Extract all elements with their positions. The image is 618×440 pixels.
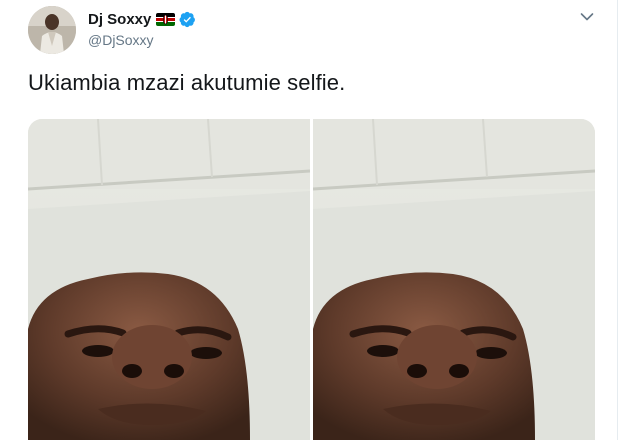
chevron-down-icon[interactable]: [578, 8, 596, 26]
photo-right[interactable]: [313, 119, 595, 440]
avatar-image: [28, 6, 76, 54]
tweet-card: Dj Soxxy @DjSoxxy Ukiambia mzazi akutumi…: [0, 0, 618, 440]
tweet-text: Ukiambia mzazi akutumie selfie.: [28, 70, 346, 95]
media-grid[interactable]: [28, 119, 595, 440]
display-name[interactable]: Dj Soxxy: [88, 11, 151, 28]
photo-left[interactable]: [28, 119, 310, 440]
selfie-photo-image: [313, 119, 595, 440]
kenya-flag-icon: [156, 12, 176, 26]
verified-badge-icon: [179, 11, 196, 28]
profile-avatar[interactable]: [28, 6, 76, 54]
selfie-photo-image: [28, 119, 310, 440]
author-name-row: Dj Soxxy: [88, 9, 196, 29]
user-handle[interactable]: @DjSoxxy: [88, 32, 154, 48]
